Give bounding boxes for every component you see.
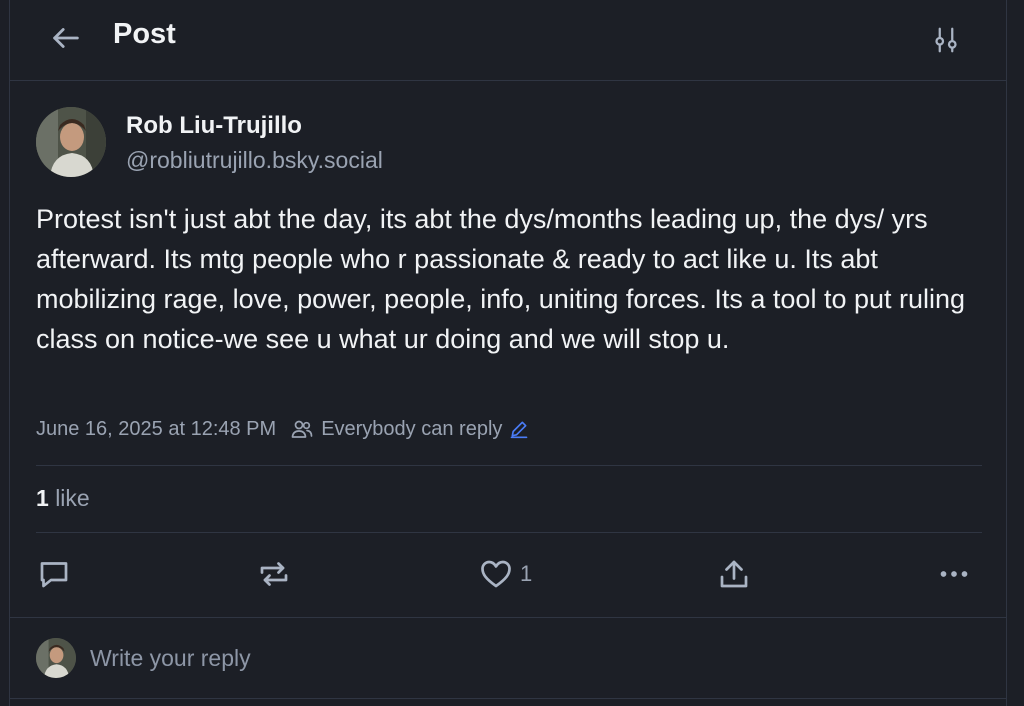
thread-settings-button[interactable] <box>928 22 964 58</box>
reply-button[interactable] <box>36 552 72 596</box>
reply-input[interactable]: Write your reply <box>90 645 251 672</box>
post-thread-column: Post Rob Liu-Trujillo @robliutrujillo.bs… <box>9 0 1007 706</box>
reply-settings[interactable]: Everybody can reply <box>290 417 536 441</box>
share-button[interactable] <box>716 552 752 596</box>
comment-icon <box>40 562 68 588</box>
heart-icon <box>481 560 511 588</box>
page-title: Post <box>113 18 176 50</box>
more-icon <box>940 571 968 577</box>
likes-count-link[interactable]: 1 like <box>36 485 90 512</box>
author-avatar[interactable] <box>36 107 106 177</box>
post-meta: June 16, 2025 at 12:48 PM Everybody can … <box>36 417 536 441</box>
reply-composer[interactable]: Write your reply <box>10 617 1006 699</box>
current-user-avatar <box>36 638 76 678</box>
divider <box>36 532 982 533</box>
header-bar: Post <box>10 0 1006 81</box>
avatar-photo-icon <box>36 638 76 678</box>
more-options-button[interactable] <box>936 552 972 596</box>
arrow-left-icon <box>53 28 79 48</box>
like-action-count: 1 <box>520 561 533 586</box>
likes-count: 1 <box>36 485 49 511</box>
like-button[interactable]: 1 <box>478 552 532 596</box>
author-handle[interactable]: @robliutrujillo.bsky.social <box>126 147 383 174</box>
likes-label: like <box>55 485 90 511</box>
repost-icon <box>260 562 288 586</box>
edit-reply-settings[interactable] <box>509 419 536 439</box>
pencil-icon <box>511 421 528 439</box>
share-icon <box>720 560 748 588</box>
people-icon <box>291 420 313 438</box>
sliders-icon <box>935 27 957 53</box>
author-name[interactable]: Rob Liu-Trujillo <box>126 112 302 140</box>
post-text: Protest isn't just abt the day, its abt … <box>36 204 966 354</box>
reply-settings-label: Everybody can reply <box>321 417 503 440</box>
avatar-photo-icon <box>36 107 106 177</box>
repost-button[interactable] <box>256 552 292 596</box>
divider <box>36 465 982 466</box>
post-timestamp: June 16, 2025 at 12:48 PM <box>36 417 277 440</box>
back-button[interactable] <box>48 20 84 56</box>
